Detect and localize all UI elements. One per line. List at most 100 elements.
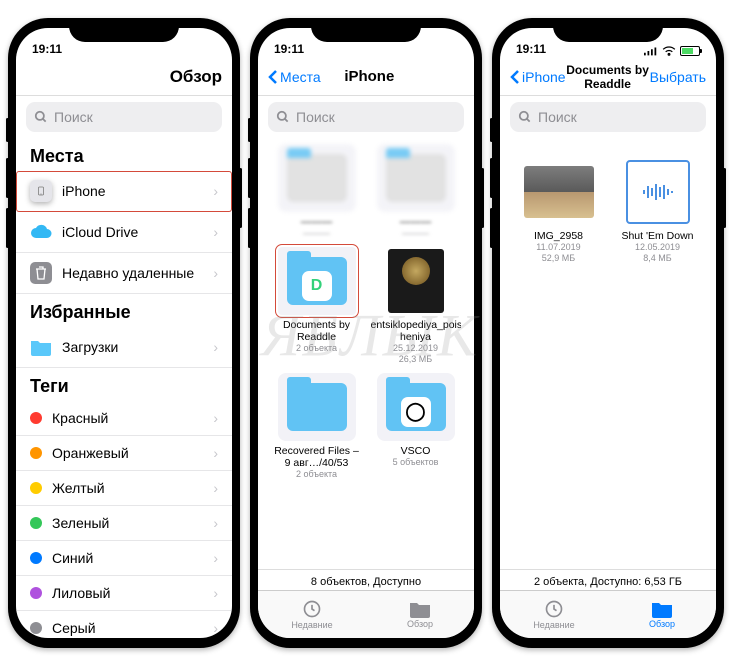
page-title: Обзор	[26, 67, 222, 87]
back-button[interactable]: iPhone	[510, 69, 566, 85]
chevron-left-icon	[510, 69, 520, 85]
chevron-right-icon: ›	[213, 550, 218, 566]
item-name: Documents by Readdle	[272, 319, 362, 343]
tag-dot-icon	[30, 447, 42, 459]
tab-recent[interactable]: Недавние	[500, 591, 608, 638]
tag-dot-icon	[30, 412, 42, 424]
phone-2: 19:11 Места iPhone Поиск —————— —————	[250, 18, 482, 648]
item-meta: 12.05.2019 8,4 МБ	[611, 242, 704, 264]
tag-label: Зеленый	[52, 515, 109, 531]
grid-item-book[interactable]: entsiklopediya_poisko…heniya 25.12.2019 …	[369, 247, 462, 365]
grid-item[interactable]: ——————	[270, 144, 363, 239]
place-trash[interactable]: Недавно удаленные ›	[16, 253, 232, 294]
navbar-browse: Обзор	[16, 58, 232, 96]
footer-status: 8 объектов, Доступно	[258, 569, 474, 590]
tab-recent[interactable]: Недавние	[258, 591, 366, 638]
grid-item-audio[interactable]: Shut 'Em Down 12.05.2019 8,4 МБ	[611, 158, 704, 264]
back-button[interactable]: Места	[268, 69, 321, 85]
row-label: Загрузки	[62, 339, 118, 355]
row-label: iPhone	[62, 183, 106, 199]
grid-item-vsco[interactable]: ◯ VSCO 5 объектов	[369, 373, 462, 480]
phone-1: 19:11 Обзор Поиск Места iPhone › iCloud …	[8, 18, 240, 648]
tag-row[interactable]: Серый ›	[16, 611, 232, 638]
footer-status: 2 объекта, Доступно: 6,53 ГБ	[500, 569, 716, 590]
search-icon	[276, 110, 290, 124]
navbar-iphone: Места iPhone	[258, 58, 474, 96]
search-placeholder: Поиск	[296, 109, 335, 125]
grid-item[interactable]: ——————	[369, 144, 462, 239]
clock-icon	[544, 599, 564, 619]
folder-icon	[409, 600, 431, 618]
tag-dot-icon	[30, 517, 42, 529]
chevron-right-icon: ›	[213, 585, 218, 601]
chevron-right-icon: ›	[213, 620, 218, 636]
item-meta: 5 объектов	[369, 457, 462, 468]
tag-label: Красный	[52, 410, 108, 426]
tag-label: Желтый	[52, 480, 105, 496]
tag-dot-icon	[30, 482, 42, 494]
grid-item-img[interactable]: IMG_2958 11.07.2019 52,9 МБ	[512, 158, 605, 264]
grid-item-documents-readdle[interactable]: D Documents by Readdle 2 объекта	[270, 247, 363, 365]
tab-label: Обзор	[407, 619, 433, 629]
tag-row[interactable]: Синий ›	[16, 541, 232, 576]
chevron-left-icon	[268, 69, 278, 85]
chevron-right-icon: ›	[213, 445, 218, 461]
chevron-right-icon: ›	[213, 410, 218, 426]
item-name: entsiklopediya_poisko…heniya	[371, 319, 461, 343]
item-name: IMG_2958	[514, 230, 604, 242]
chevron-right-icon: ›	[213, 339, 218, 355]
back-label: iPhone	[522, 69, 566, 85]
tag-dot-icon	[30, 587, 42, 599]
chevron-right-icon: ›	[213, 183, 218, 199]
folder-icon	[30, 336, 52, 358]
chevron-right-icon: ›	[213, 515, 218, 531]
wifi-icon	[662, 46, 676, 56]
row-label: iCloud Drive	[62, 224, 138, 240]
tag-label: Лиловый	[52, 585, 110, 601]
tag-label: Синий	[52, 550, 93, 566]
tab-browse[interactable]: Обзор	[608, 591, 716, 638]
item-meta: 11.07.2019 52,9 МБ	[512, 242, 605, 264]
battery-icon	[680, 46, 700, 56]
page-title: Documents by Readdle	[566, 63, 650, 91]
search-input[interactable]: Поиск	[268, 102, 464, 132]
item-meta: 25.12.2019 26,3 МБ	[369, 343, 462, 365]
waveform-icon	[640, 180, 676, 204]
tag-row[interactable]: Желтый›	[16, 471, 232, 506]
tab-label: Обзор	[649, 619, 675, 629]
search-input[interactable]: Поиск	[510, 102, 706, 132]
back-label: Места	[280, 69, 321, 85]
item-meta: 2 объекта	[270, 469, 363, 480]
signal-icons	[644, 46, 700, 56]
tag-row[interactable]: Красный ›	[16, 401, 232, 436]
grid-item-recovered[interactable]: Recovered Files – 9 авг…/40/53 2 объекта	[270, 373, 363, 480]
tab-label: Недавние	[533, 620, 574, 630]
tag-row[interactable]: Лиловый ›	[16, 576, 232, 611]
place-icloud[interactable]: iCloud Drive ›	[16, 212, 232, 253]
clock-icon	[302, 599, 322, 619]
tab-bar: Недавние Обзор	[500, 590, 716, 638]
search-placeholder: Поиск	[538, 109, 577, 125]
tab-browse[interactable]: Обзор	[366, 591, 474, 638]
search-icon	[34, 110, 48, 124]
tab-bar: Недавние Обзор	[258, 590, 474, 638]
tag-label: Серый	[52, 620, 96, 636]
tag-dot-icon	[30, 552, 42, 564]
page-title: iPhone	[321, 68, 418, 85]
chevron-right-icon: ›	[213, 224, 218, 240]
tag-row[interactable]: Зеленый ›	[16, 506, 232, 541]
tag-row[interactable]: Оранжевый›	[16, 436, 232, 471]
select-button[interactable]: Выбрать	[650, 69, 706, 85]
item-name: VSCO	[371, 445, 461, 457]
status-time: 19:11	[274, 42, 458, 56]
place-iphone[interactable]: iPhone ›	[16, 171, 232, 212]
search-input[interactable]: Поиск	[26, 102, 222, 132]
section-places: Места	[16, 138, 232, 171]
item-name: Shut 'Em Down	[613, 230, 703, 242]
trash-icon	[30, 262, 52, 284]
status-time: 19:11	[516, 42, 644, 56]
item-meta: 2 объекта	[270, 343, 363, 354]
favorite-downloads[interactable]: Загрузки ›	[16, 327, 232, 368]
section-favorites: Избранные	[16, 294, 232, 327]
item-name: Recovered Files – 9 авг…/40/53	[272, 445, 362, 469]
